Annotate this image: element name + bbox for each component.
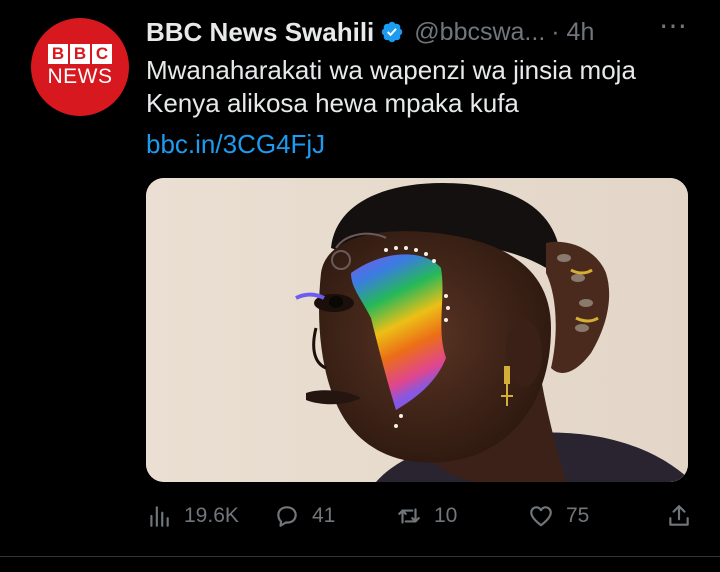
share-icon: [669, 505, 689, 526]
logo-letter: B: [48, 43, 68, 64]
reply-icon: [277, 506, 297, 527]
like-button[interactable]: 75: [528, 498, 589, 534]
logo-letter: C: [92, 43, 112, 64]
share-button[interactable]: [666, 498, 704, 534]
tweet-timestamp[interactable]: · 4h: [551, 18, 594, 47]
tweet-actions: 19.6K 41 10 75: [146, 498, 700, 534]
bbc-news-logo: B B C NEWS: [47, 43, 113, 88]
portrait-photo: [146, 178, 688, 482]
more-icon[interactable]: ⋯: [659, 12, 688, 40]
divider: [0, 556, 720, 557]
reply-button[interactable]: 41: [274, 498, 335, 534]
tweet-text-line: Mwanaharakati wa wapenzi wa jinsia moja: [146, 55, 636, 85]
retweet-button[interactable]: 10: [396, 498, 457, 534]
reply-count: 41: [312, 504, 336, 527]
logo-letter: B: [70, 43, 90, 64]
account-handle[interactable]: @bbcswa...: [414, 18, 545, 47]
like-icon: [530, 506, 552, 527]
tweet-image[interactable]: [146, 178, 688, 482]
avatar[interactable]: B B C NEWS: [31, 18, 129, 116]
tweet[interactable]: B B C NEWS BBC News Swahili @bbcswa... ·…: [0, 0, 720, 572]
tweet-link[interactable]: bbc.in/3CG4FjJ: [146, 129, 325, 160]
retweet-count: 10: [434, 504, 458, 527]
views-button[interactable]: 19.6K: [146, 498, 239, 534]
logo-word: NEWS: [47, 64, 113, 88]
like-count: 75: [566, 504, 590, 527]
tweet-header: BBC News Swahili @bbcswa... · 4h: [146, 14, 594, 50]
retweet-icon: [398, 508, 420, 524]
account-name[interactable]: BBC News Swahili: [146, 17, 374, 48]
tweet-text-line: Kenya alikosa hewa mpaka kufa: [146, 88, 519, 118]
views-icon: [150, 506, 169, 527]
tweet-text: Mwanaharakati wa wapenzi wa jinsia moja …: [146, 54, 706, 120]
verified-badge-icon: [382, 21, 403, 43]
views-count: 19.6K: [184, 504, 239, 527]
